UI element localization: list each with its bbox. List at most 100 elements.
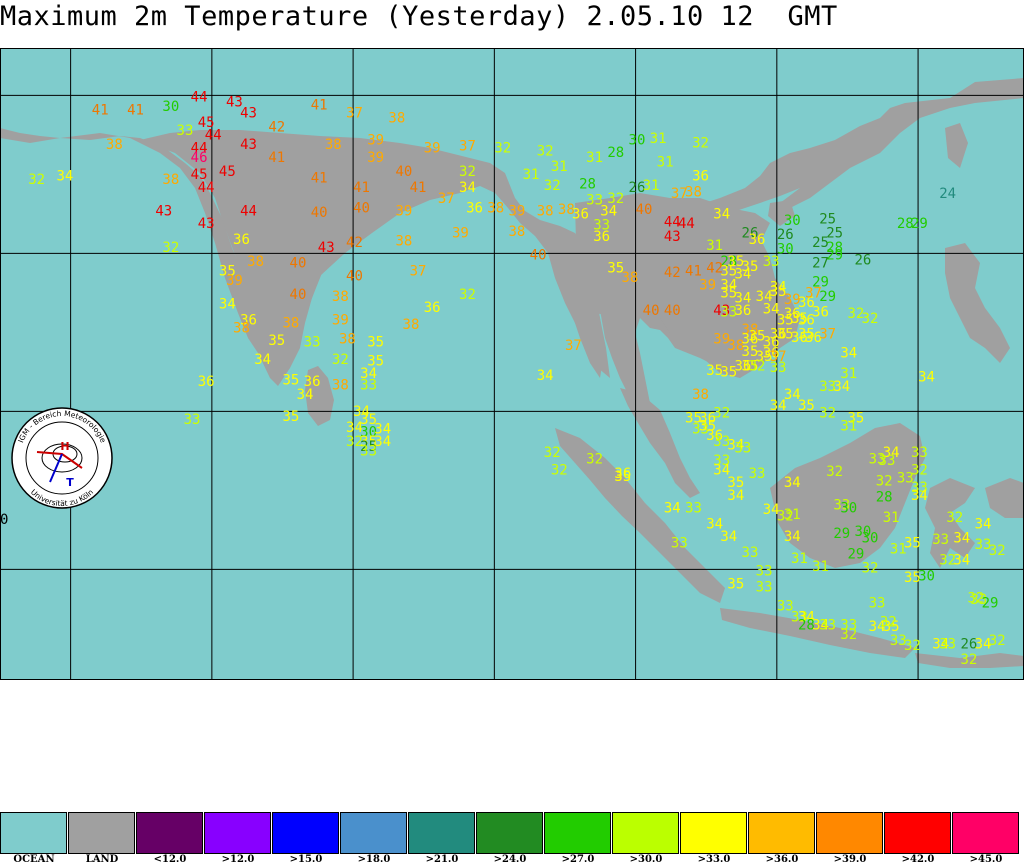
station-value: 41 [353, 180, 370, 196]
legend-label: <12.0 [153, 854, 187, 865]
legend-swatch [544, 812, 611, 854]
station-value: 38 [332, 377, 349, 393]
legend-swatch [612, 812, 679, 854]
station-value: 28 [876, 489, 893, 505]
legend-swatch [340, 812, 407, 854]
station-value: 28 [607, 145, 624, 161]
station-value: 32 [537, 143, 554, 159]
station-value: 34 [664, 501, 681, 517]
station-value: 34 [219, 297, 236, 313]
legend-swatch [0, 812, 67, 854]
station-value: 37 [410, 264, 427, 280]
station-value: 32 [946, 510, 963, 526]
legend-swatch [680, 812, 747, 854]
station-value: 35 [268, 333, 285, 349]
station-value: 29 [833, 526, 850, 542]
station-value: 38 [692, 387, 709, 403]
station-value: 32 [459, 164, 476, 180]
station-value: 34 [720, 529, 737, 545]
station-value: 40 [346, 268, 363, 284]
station-value: 37 [459, 139, 476, 155]
color-legend: OCEAN LAND <12.0 >12.0 >15.0 >18.0 >21.0 >24.0 >… [0, 812, 1024, 868]
station-value: 35 [727, 576, 744, 592]
station-value: 31 [586, 150, 603, 166]
station-value: 34 [784, 529, 801, 545]
station-value: 36 [572, 207, 589, 223]
station-value: 30 [162, 99, 179, 115]
station-value: 38 [282, 316, 299, 332]
station-value: 38 [247, 254, 264, 270]
legend-swatch [952, 812, 1019, 854]
station-value: 34 [254, 352, 271, 368]
legend-label: >24.0 [493, 854, 527, 865]
legend-swatch [68, 812, 135, 854]
station-value: 43 [664, 229, 681, 245]
station-value: 27 [812, 256, 829, 272]
station-value: 43 [240, 106, 257, 122]
station-value: 36 [734, 303, 751, 319]
station-value: 24 [939, 186, 956, 202]
station-value: 39 [367, 132, 384, 148]
legend-swatch [884, 812, 951, 854]
station-value: 34 [784, 475, 801, 491]
station-value: 33 [939, 636, 956, 652]
station-value: 34 [727, 488, 744, 504]
station-value: 31 [551, 159, 568, 175]
station-value: 32 [819, 406, 836, 422]
legend-swatch [136, 812, 203, 854]
station-value: 29 [911, 216, 928, 232]
station-value: 33 [879, 453, 896, 469]
station-value: 32 [862, 311, 879, 327]
legend-label: >30.0 [629, 854, 663, 865]
station-value: 44 [198, 180, 215, 196]
station-value: 31 [883, 510, 900, 526]
station-value: 42 [346, 235, 363, 251]
station-value: 41 [92, 102, 109, 118]
station-value: 40 [530, 248, 547, 264]
temperature-map: H T IGM - Bereich Meteorologie Universit… [0, 48, 1024, 680]
legend-label: >18.0 [357, 854, 391, 865]
legend-swatch [204, 812, 271, 854]
station-value: 42 [268, 120, 285, 136]
station-value: 40 [353, 200, 370, 216]
station-value: 38 [106, 137, 123, 153]
station-value: 39 [226, 273, 243, 289]
station-value: 29 [819, 289, 836, 305]
station-value: 39 [508, 203, 525, 219]
station-value: 39 [424, 140, 441, 156]
station-value: 36 [593, 229, 610, 245]
station-value: 38 [487, 200, 504, 216]
station-value: 32 [544, 178, 561, 194]
station-value: 36 [198, 374, 215, 390]
station-value: 31 [706, 238, 723, 254]
legend-label: >33.0 [697, 854, 731, 865]
station-value: 31 [650, 131, 667, 147]
station-value: 39 [367, 150, 384, 166]
logo-low-label: T [66, 476, 74, 489]
station-value: 30 [629, 132, 646, 148]
station-value: 32 [960, 652, 977, 668]
station-value: 38 [508, 224, 525, 240]
legend-swatch [408, 812, 475, 854]
legend-label: >12.0 [221, 854, 255, 865]
equator-label: 0 [0, 512, 9, 528]
legend-label: >21.0 [425, 854, 459, 865]
station-value: 35 [367, 335, 384, 351]
station-value: 37 [565, 338, 582, 354]
station-value: 39 [699, 278, 716, 294]
station-value: 30 [840, 501, 857, 517]
station-value: 45 [219, 164, 236, 180]
legend-label: >36.0 [765, 854, 799, 865]
station-value: 41 [268, 150, 285, 166]
station-value: 37 [346, 106, 363, 122]
station-value: 32 [989, 633, 1006, 649]
station-value: 40 [643, 303, 660, 319]
station-value: 36 [749, 232, 766, 248]
station-value: 38 [233, 320, 250, 336]
legend-label: >45.0 [969, 854, 1003, 865]
station-value: 34 [459, 180, 476, 196]
station-value: 32 [28, 172, 45, 188]
station-value: 33 [756, 580, 773, 596]
ucologne-logo: H T IGM - Bereich Meteorologie Universit… [11, 407, 113, 509]
station-value: 32 [586, 452, 603, 468]
